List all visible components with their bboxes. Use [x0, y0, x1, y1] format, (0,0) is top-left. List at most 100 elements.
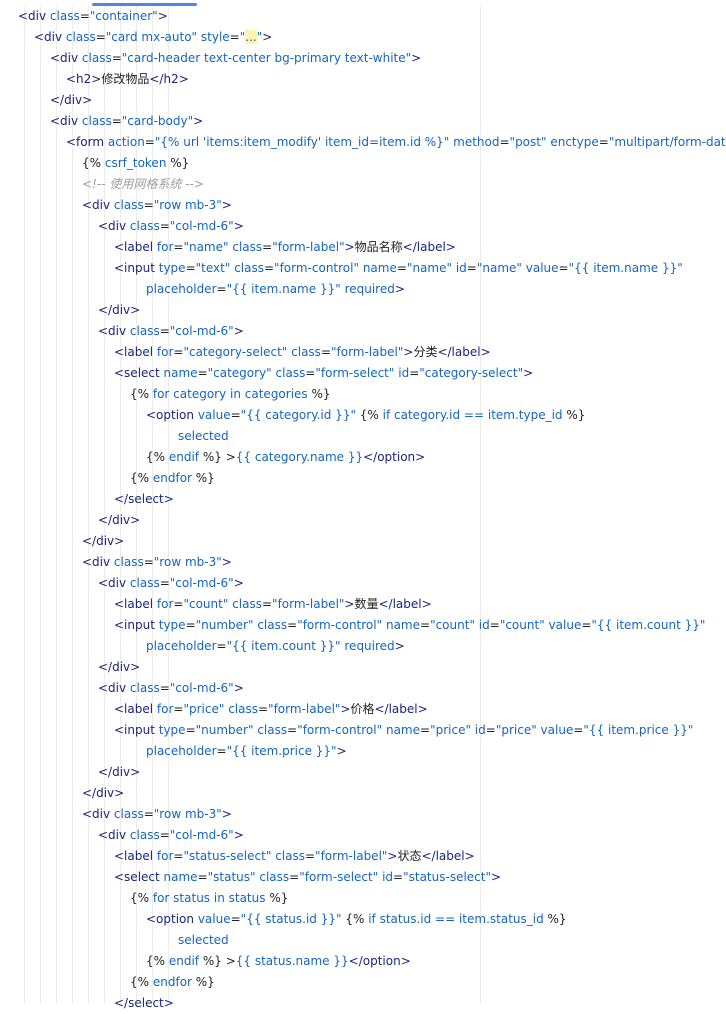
- code-token: =: [230, 912, 241, 926]
- code-line[interactable]: <label for="price" class="form-label">价格…: [114, 699, 428, 720]
- code-token: >: [262, 30, 273, 44]
- code-line[interactable]: {% endfor %}: [130, 468, 215, 489]
- code-token: "price": [495, 723, 537, 737]
- code-line[interactable]: <option value="{{ status.id }}" {% if st…: [146, 909, 567, 930]
- code-line[interactable]: selected: [178, 930, 229, 951]
- code-token: "number": [195, 618, 254, 632]
- code-line[interactable]: <div class="col-md-6">: [98, 216, 244, 237]
- code-line[interactable]: <form action="{% url 'items:item_modify'…: [66, 132, 726, 153]
- code-token: "form-control": [297, 723, 383, 737]
- code-token: </div>: [82, 534, 125, 548]
- code-line[interactable]: {% for status in status %}: [130, 888, 288, 909]
- code-editor[interactable]: <div class="container"> <div class="card …: [0, 6, 726, 1010]
- code-token: "category-select": [183, 345, 288, 359]
- code-line[interactable]: <input type="number" class="form-control…: [114, 615, 705, 636]
- code-token: >: [233, 219, 244, 233]
- code-line[interactable]: {% csrf_token %}: [82, 153, 189, 174]
- code-token: =: [257, 702, 269, 716]
- code-line[interactable]: </div>: [50, 90, 92, 111]
- code-token: "{{ item.price }}": [583, 723, 694, 737]
- code-token: "col-md-6": [169, 828, 234, 842]
- code-token: "count": [430, 618, 475, 632]
- code-token: if status.id == item.status_id: [368, 912, 544, 926]
- code-line[interactable]: </select>: [114, 489, 174, 510]
- code-line[interactable]: </div>: [82, 531, 124, 552]
- code-token: >: [221, 555, 232, 569]
- code-line[interactable]: <div class="col-md-6">: [98, 678, 244, 699]
- indent-guide: [72, 6, 73, 1004]
- code-token: =: [573, 723, 584, 737]
- code-token: "name": [476, 261, 522, 275]
- code-token: =: [466, 261, 477, 275]
- code-line[interactable]: </div>: [98, 762, 140, 783]
- code-line[interactable]: selected: [178, 426, 229, 447]
- code-token: =: [173, 597, 184, 611]
- code-token: "name": [406, 261, 452, 275]
- code-line[interactable]: <select name="category" class="form-sele…: [114, 363, 533, 384]
- code-token: </label>: [378, 597, 432, 611]
- code-token: "{{ item.count }}": [591, 618, 706, 632]
- code-line[interactable]: {% endfor %}: [130, 972, 215, 993]
- code-token: =: [197, 366, 208, 380]
- code-line[interactable]: <select name="status" class="form-select…: [114, 867, 501, 888]
- code-line[interactable]: <h2>修改物品</h2>: [66, 69, 189, 90]
- code-token: ...: [245, 30, 257, 44]
- code-token: "form-control": [297, 618, 383, 632]
- code-token: "container": [89, 9, 158, 23]
- code-line[interactable]: <div class="col-md-6">: [98, 321, 244, 342]
- code-line[interactable]: <input type="text" class="form-control" …: [114, 258, 683, 279]
- code-token: </h2>: [149, 72, 189, 86]
- code-line[interactable]: <div class="card-header text-center bg-p…: [50, 48, 421, 69]
- code-token: class: [81, 51, 112, 65]
- code-token: =: [216, 639, 227, 653]
- code-token: required: [344, 282, 395, 296]
- code-line[interactable]: placeholder="{{ item.name }}" required>: [146, 279, 405, 300]
- code-token: =: [197, 870, 208, 884]
- code-token: <div: [98, 324, 130, 338]
- code-token: <label: [114, 240, 157, 254]
- code-line[interactable]: <label for="category-select" class="form…: [114, 342, 491, 363]
- code-token: >: [403, 345, 414, 359]
- code-line[interactable]: <div class="card mx-auto" style="...">: [34, 27, 272, 48]
- code-token: <input: [114, 618, 159, 632]
- code-token: "col-md-6": [169, 219, 234, 233]
- code-token: "category-select": [419, 366, 524, 380]
- code-line[interactable]: <div class="row mb-3">: [82, 804, 232, 825]
- code-token: <select: [114, 870, 164, 884]
- code-line[interactable]: <div class="row mb-3">: [82, 552, 232, 573]
- code-token: <option: [146, 408, 198, 422]
- code-token: =: [287, 618, 298, 632]
- code-line[interactable]: </div>: [98, 657, 140, 678]
- code-line[interactable]: placeholder="{{ item.count }}" required>: [146, 636, 405, 657]
- code-line[interactable]: <label for="name" class="form-label">物品名…: [114, 237, 456, 258]
- code-token: type: [158, 618, 186, 632]
- code-line[interactable]: <div class="col-md-6">: [98, 825, 244, 846]
- code-token: >: [344, 597, 355, 611]
- code-token: selected: [178, 429, 229, 443]
- code-line[interactable]: </div>: [82, 783, 124, 804]
- code-line[interactable]: {% endif %} >{{ status.name }}</option>: [146, 951, 411, 972]
- code-line[interactable]: </div>: [98, 300, 140, 321]
- code-line[interactable]: {% endif %} >{{ category.name }}</option…: [146, 447, 425, 468]
- code-token: =: [287, 723, 298, 737]
- code-line[interactable]: <label for="status-select" class="form-l…: [114, 846, 475, 867]
- code-line[interactable]: <!-- 使用网格系统 -->: [82, 174, 204, 195]
- code-line[interactable]: </div>: [98, 510, 140, 531]
- code-token: {%: [130, 471, 153, 485]
- code-line[interactable]: <div class="card-body">: [50, 111, 203, 132]
- code-line[interactable]: placeholder="{{ item.price }}">: [146, 741, 347, 762]
- code-line[interactable]: <div class="container">: [18, 6, 168, 27]
- code-line[interactable]: <option value="{{ category.id }}" {% if …: [146, 405, 585, 426]
- code-line[interactable]: <div class="row mb-3">: [82, 195, 232, 216]
- code-line[interactable]: <div class="col-md-6">: [98, 573, 244, 594]
- code-line[interactable]: <input type="number" class="form-control…: [114, 720, 693, 741]
- code-token: name: [385, 618, 420, 632]
- code-token: class: [228, 702, 258, 716]
- code-token: "category": [207, 366, 272, 380]
- code-token: "row mb-3": [153, 807, 222, 821]
- code-line[interactable]: {% for category in categories %}: [130, 384, 331, 405]
- code-line[interactable]: <label for="count" class="form-label">数量…: [114, 594, 432, 615]
- indent-guide: [56, 6, 57, 1004]
- code-token: =: [185, 618, 196, 632]
- code-token: <!-- 使用网格系统 -->: [82, 177, 204, 191]
